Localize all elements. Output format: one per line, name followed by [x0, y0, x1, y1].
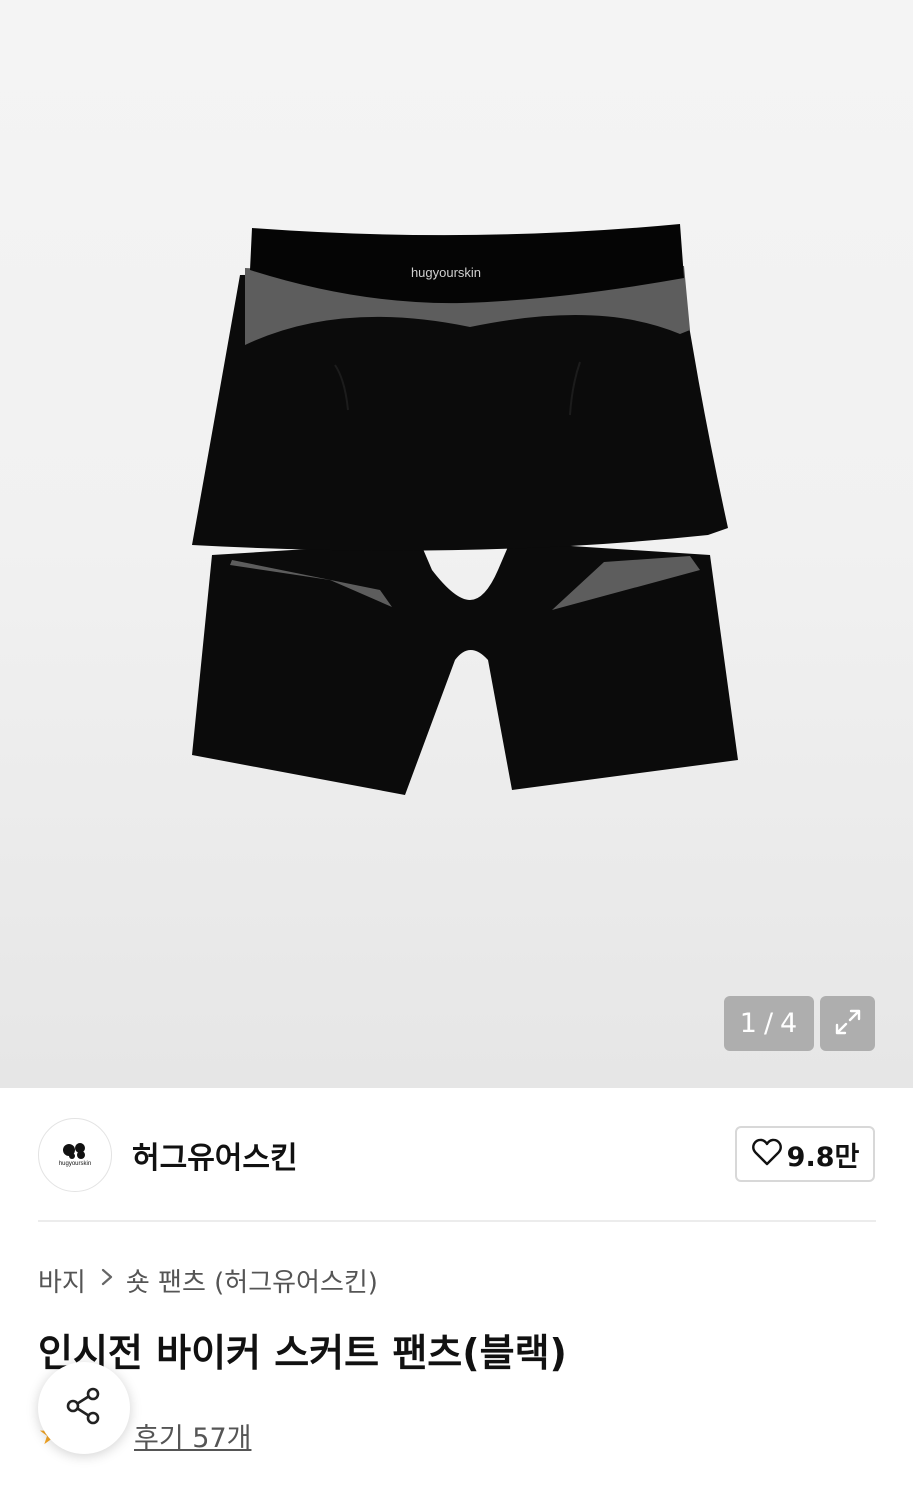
- brand-logo-mark: [63, 1143, 85, 1159]
- brand-logo[interactable]: hugyourskin: [38, 1117, 112, 1192]
- divider: [38, 1220, 876, 1222]
- breadcrumb-subcategory[interactable]: 숏 팬츠 (허그유어스킨): [126, 1262, 378, 1299]
- expand-button[interactable]: [820, 996, 875, 1051]
- share-button[interactable]: [38, 1362, 130, 1454]
- review-count-link[interactable]: 후기 57개: [134, 1416, 251, 1455]
- brand-name[interactable]: 허그유어스킨: [132, 1133, 298, 1177]
- chevron-right-icon: [100, 1267, 114, 1293]
- product-title: 인시전 바이커 스커트 팬츠(블랙): [38, 1331, 567, 1375]
- counter-total: 4: [780, 1008, 799, 1039]
- counter-current: 1: [739, 1008, 758, 1039]
- heart-icon: [751, 1137, 783, 1171]
- product-image: hugyourskin: [192, 224, 738, 795]
- like-button[interactable]: 9.8만: [735, 1126, 875, 1182]
- breadcrumb: 바지 숏 팬츠 (허그유어스킨): [38, 1262, 378, 1298]
- like-count: 9.8만: [786, 1141, 860, 1173]
- product-gallery[interactable]: hugyourskin 1 / 4: [0, 0, 913, 1088]
- garment-brand-text: hugyourskin: [411, 265, 481, 280]
- image-counter: 1 / 4: [724, 996, 814, 1051]
- share-icon: [62, 1384, 106, 1432]
- brand-logo-text: hugyourskin: [58, 1161, 92, 1167]
- expand-icon: [833, 1007, 863, 1041]
- counter-separator: /: [763, 1008, 775, 1039]
- breadcrumb-category[interactable]: 바지: [38, 1262, 86, 1299]
